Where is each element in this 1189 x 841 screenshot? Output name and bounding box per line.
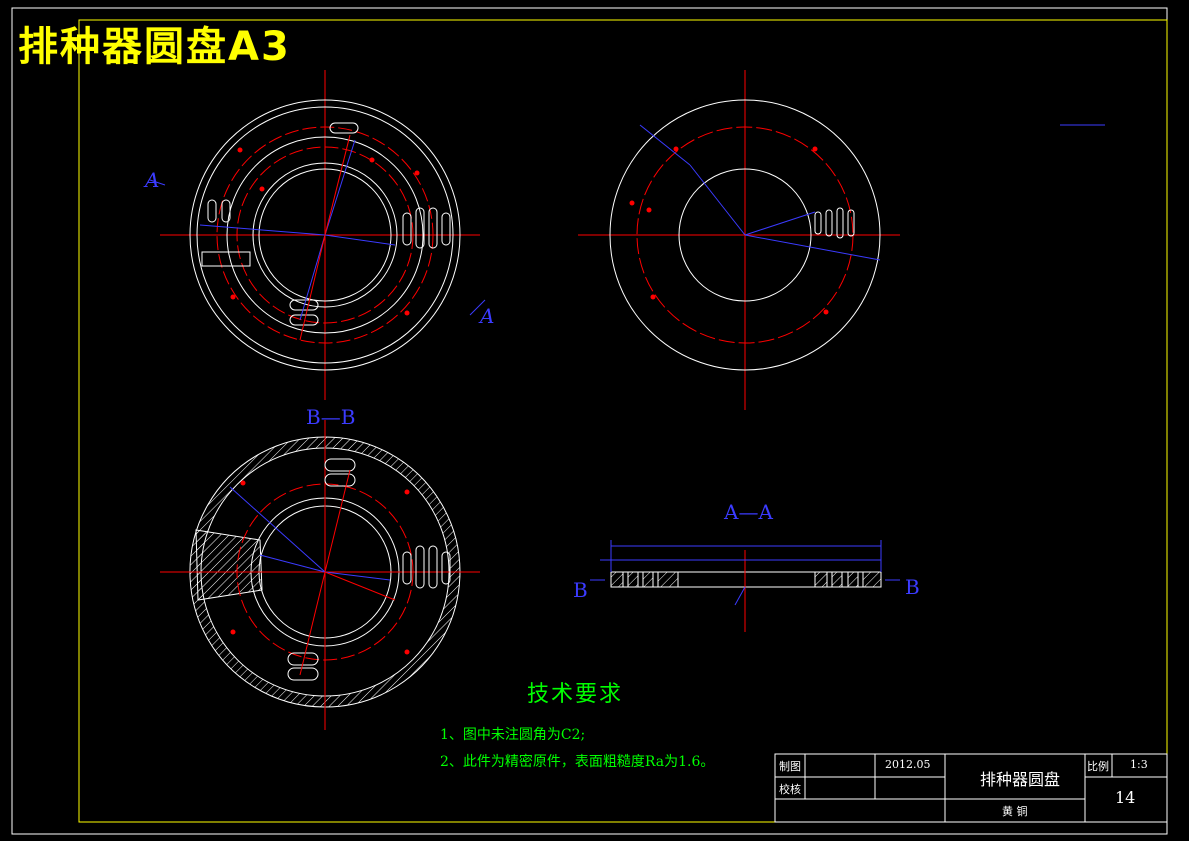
drawn-by-label: 制图 <box>779 760 801 773</box>
view-marker-a-right: A <box>480 304 495 328</box>
drawing-sheet <box>11 7 1168 835</box>
section-marker-b-left: B <box>573 578 588 602</box>
tech-note-2: 2、此件为精密原件，表面粗糙度Ra为1.6。 <box>440 754 715 770</box>
section-a-a-view <box>590 540 900 632</box>
part-name: 排种器圆盘 <box>980 770 1061 789</box>
material-value: 黄 铜 <box>1002 805 1028 818</box>
section-label-aa: A—A <box>724 500 773 524</box>
tech-note-1: 1、图中未注圆角为C2; <box>440 727 586 743</box>
checked-by-label: 校核 <box>779 783 801 796</box>
tech-notes-heading: 技术要求 <box>527 682 624 707</box>
section-b-b-view <box>160 420 480 730</box>
top-right-view <box>578 70 1105 410</box>
view-marker-a-left: A <box>145 168 160 192</box>
top-left-view <box>149 70 486 400</box>
section-label-bb: B—B <box>306 405 356 429</box>
drawing-title: 排种器圆盘A3 <box>18 24 291 70</box>
sheet-border <box>11 7 1168 835</box>
section-marker-b-right: B <box>905 575 920 599</box>
date-value: 2012.05 <box>885 758 931 771</box>
sheet-number: 14 <box>1115 788 1136 807</box>
scale-value: 1:3 <box>1130 758 1148 771</box>
scale-label: 比例 <box>1087 760 1109 773</box>
